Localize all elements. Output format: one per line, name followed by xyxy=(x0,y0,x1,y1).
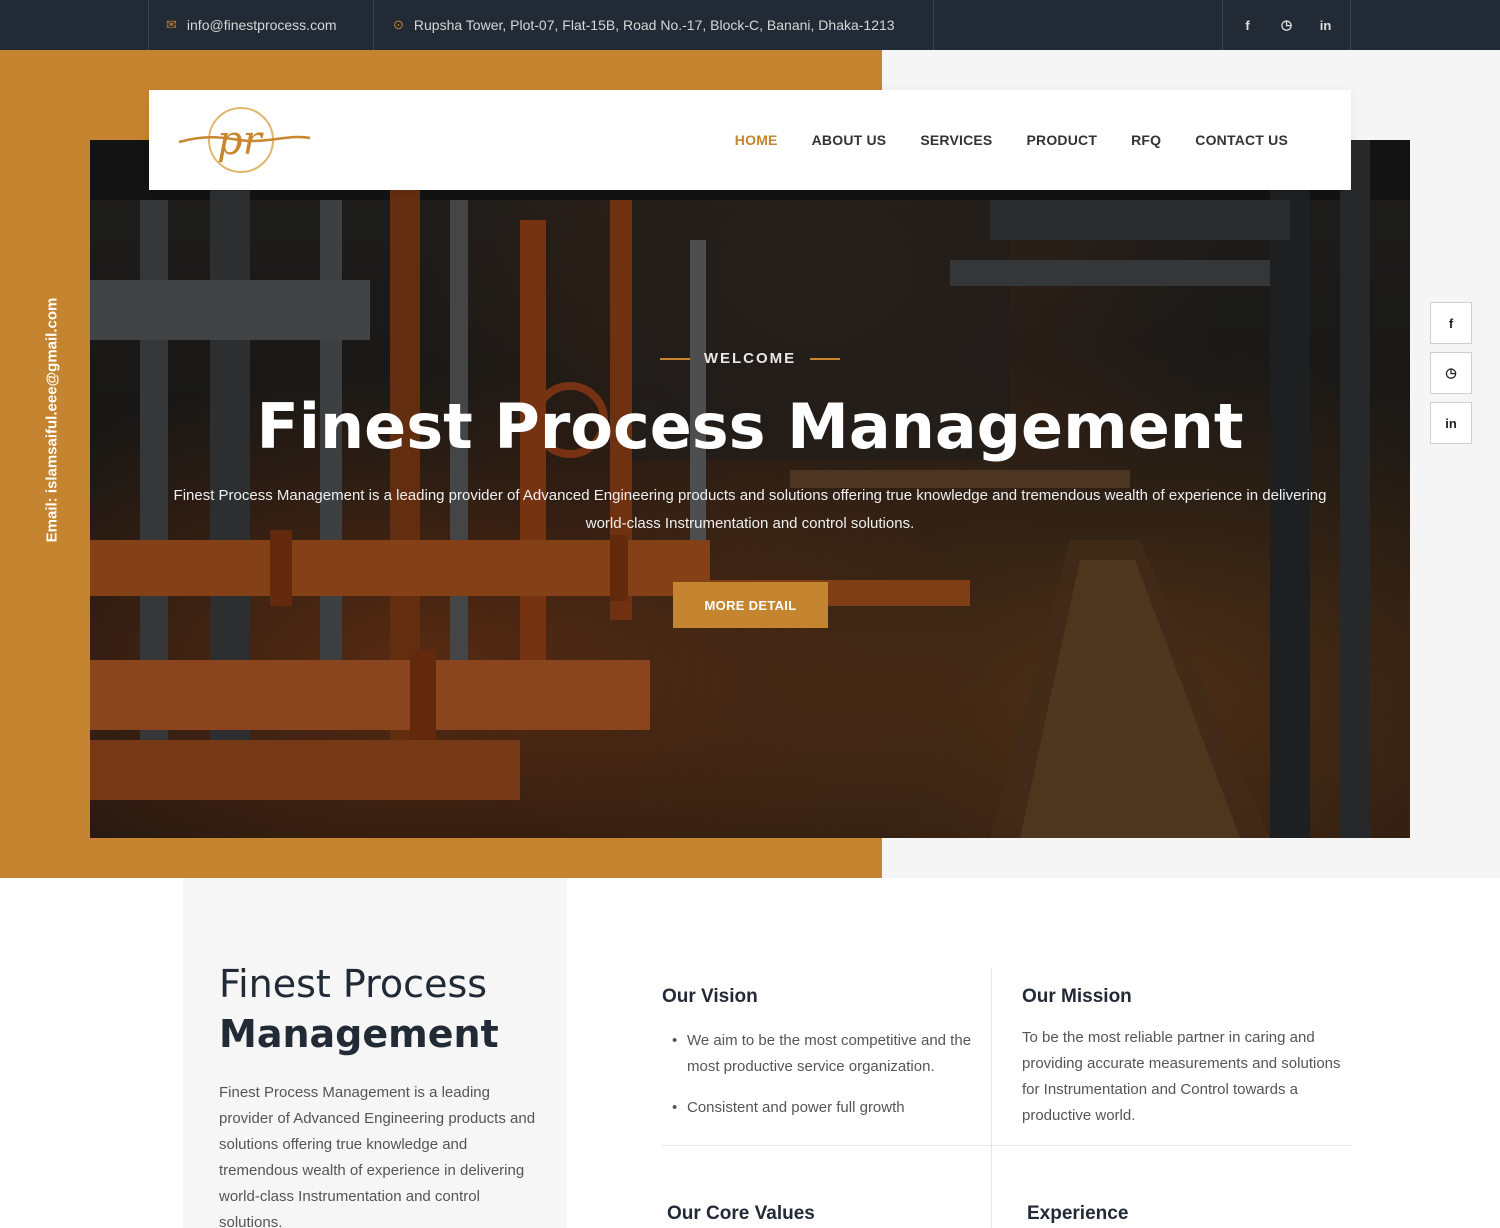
intro-title-bold: Management xyxy=(219,1012,499,1056)
topbar-social: f ◷ in xyxy=(1228,0,1345,50)
nav-product[interactable]: PRODUCT xyxy=(1026,132,1097,148)
linkedin-icon[interactable]: in xyxy=(1430,402,1472,444)
facebook-icon[interactable]: f xyxy=(1430,302,1472,344)
topbar-divider xyxy=(1350,0,1351,50)
whatsapp-icon[interactable]: ◷ xyxy=(1267,17,1306,33)
top-info-bar: ✉ info@finestprocess.com ⊙ Rupsha Tower,… xyxy=(0,0,1500,50)
nav-services[interactable]: SERVICES xyxy=(920,132,992,148)
core-values-title: Our Core Values xyxy=(667,1203,815,1224)
vision-title: Our Vision xyxy=(662,986,758,1007)
vision-list: We aim to be the most competitive and th… xyxy=(672,1028,992,1136)
facebook-icon[interactable]: f xyxy=(1228,18,1267,33)
nav-rfq[interactable]: RFQ xyxy=(1131,132,1161,148)
nav-home[interactable]: HOME xyxy=(735,132,778,148)
topbar-address: ⊙ Rupsha Tower, Plot-07, Flat-15B, Road … xyxy=(393,0,895,50)
list-item: We aim to be the most competitive and th… xyxy=(672,1028,992,1080)
more-detail-button[interactable]: MORE DETAIL xyxy=(673,582,828,628)
grid-divider-horizontal xyxy=(662,1145,1352,1146)
linkedin-icon[interactable]: in xyxy=(1306,18,1345,33)
hero-kicker: WELCOME xyxy=(0,350,1500,367)
main-nav: HOME ABOUT US SERVICES PRODUCT RFQ CONTA… xyxy=(735,90,1288,190)
mission-text: To be the most reliable partner in carin… xyxy=(1022,1029,1341,1124)
company-logo[interactable]: pr xyxy=(177,104,312,176)
intro-description: Finest Process Management is a leading p… xyxy=(219,1084,536,1228)
topbar-email[interactable]: ✉ info@finestprocess.com xyxy=(166,0,337,50)
hero-title: Finest Process Management xyxy=(256,390,1244,463)
topbar-divider xyxy=(1222,0,1223,50)
envelope-icon: ✉ xyxy=(166,17,177,32)
hero-description: Finest Process Management is a leading p… xyxy=(173,487,1327,532)
logo-text: pr xyxy=(217,118,265,164)
mission-title: Our Mission xyxy=(1022,986,1132,1007)
kicker-line xyxy=(659,357,690,360)
topbar-email-text[interactable]: info@finestprocess.com xyxy=(187,17,337,33)
topbar-divider xyxy=(373,0,374,50)
site-header: pr HOME ABOUT US SERVICES PRODUCT RFQ CO… xyxy=(149,90,1351,190)
topbar-address-text: Rupsha Tower, Plot-07, Flat-15B, Road No… xyxy=(413,17,895,33)
intro-title-light: Finest Process xyxy=(219,962,488,1006)
nav-contact-us[interactable]: CONTACT US xyxy=(1195,132,1288,148)
map-pin-icon: ⊙ xyxy=(393,17,404,32)
list-item: Consistent and power full growth xyxy=(672,1095,992,1121)
topbar-divider xyxy=(933,0,934,50)
topbar-divider xyxy=(148,0,149,50)
kicker-line xyxy=(810,357,841,360)
hero-kicker-text: WELCOME xyxy=(703,350,797,367)
experience-title: Experience xyxy=(1027,1203,1129,1224)
whatsapp-icon[interactable]: ◷ xyxy=(1430,352,1472,394)
nav-about-us[interactable]: ABOUT US xyxy=(812,132,887,148)
